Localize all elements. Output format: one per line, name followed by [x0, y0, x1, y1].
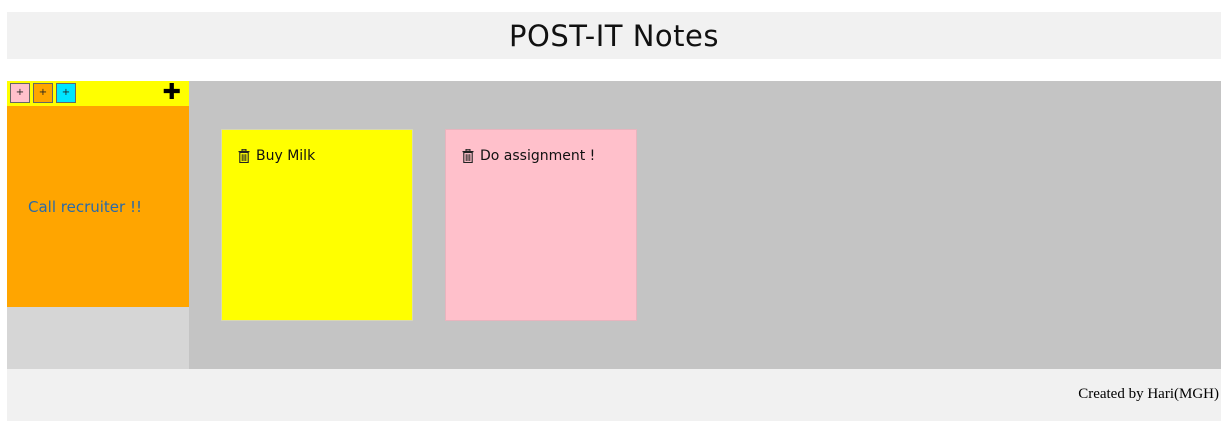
- pink-color-button[interactable]: +: [10, 83, 30, 103]
- orange-color-button[interactable]: +: [33, 83, 53, 103]
- note-editor-text[interactable]: Call recruiter !!: [28, 198, 142, 216]
- cyan-color-button[interactable]: +: [56, 83, 76, 103]
- notes-board: Buy Milk Do assignment !: [189, 81, 1221, 369]
- note-card: Do assignment !: [445, 129, 637, 321]
- trash-icon[interactable]: [238, 149, 250, 163]
- note-text: Buy Milk: [256, 148, 316, 164]
- note-card: Buy Milk: [221, 129, 413, 321]
- note-editor[interactable]: Call recruiter !!: [7, 106, 189, 307]
- footer: Created by Hari(MGH): [7, 369, 1221, 421]
- page-title: POST-IT Notes: [509, 18, 719, 53]
- header-bar: POST-IT Notes: [7, 12, 1221, 59]
- add-note-button[interactable]: ✚: [163, 82, 181, 104]
- note-text: Do assignment !: [480, 148, 596, 164]
- footer-credit: Created by Hari(MGH): [1078, 386, 1219, 402]
- note-toolbar: + + + ✚: [7, 81, 189, 106]
- sidebar: + + + ✚ Call recruiter !!: [7, 81, 189, 369]
- trash-icon[interactable]: [462, 149, 474, 163]
